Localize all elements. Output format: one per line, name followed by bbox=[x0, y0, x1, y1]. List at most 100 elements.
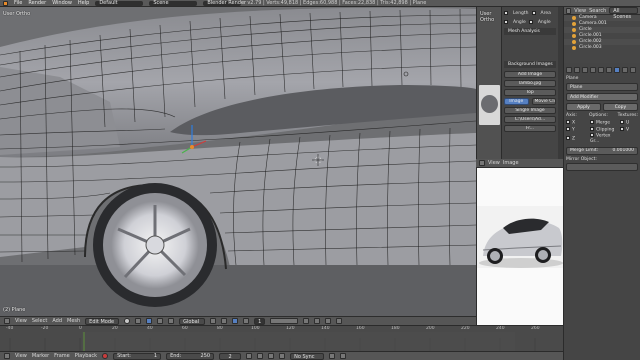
scene-selector[interactable]: Scene bbox=[149, 0, 198, 6]
axis-z-checkbox[interactable]: Z bbox=[566, 135, 586, 141]
display-mode-selector[interactable]: All Scenes bbox=[609, 7, 638, 20]
tex-u-checkbox[interactable]: U bbox=[620, 120, 629, 126]
tick-label: 40 bbox=[147, 326, 153, 331]
jump-end-icon[interactable] bbox=[279, 353, 286, 359]
menu-file[interactable]: File bbox=[14, 0, 22, 6]
timeline-ruler[interactable] bbox=[0, 332, 563, 351]
image-name-field[interactable]: lambo.jpg bbox=[504, 79, 556, 87]
menu-marker[interactable]: Marker bbox=[32, 353, 49, 359]
render-engine-selector[interactable]: Blender Render bbox=[203, 0, 246, 6]
rotate-icon[interactable] bbox=[168, 318, 175, 324]
list-item[interactable]: Circle.003 bbox=[564, 45, 640, 51]
render-preview-icon[interactable] bbox=[336, 318, 343, 324]
3d-viewport[interactable]: User Ortho (2) Plane bbox=[0, 7, 476, 316]
menu-playback[interactable]: Playback bbox=[75, 353, 97, 359]
menu-select[interactable]: Select bbox=[32, 318, 47, 324]
mirror-object-field[interactable] bbox=[566, 162, 638, 171]
world-tab[interactable] bbox=[590, 66, 596, 73]
record-icon[interactable] bbox=[102, 353, 109, 359]
menu-search[interactable]: Search bbox=[589, 8, 606, 14]
wrench-icon[interactable] bbox=[614, 66, 620, 73]
object-tab[interactable] bbox=[598, 66, 604, 73]
keying-icon[interactable] bbox=[329, 353, 336, 359]
movie-clip-tab[interactable]: Movie Clip bbox=[531, 97, 556, 105]
sync-selector[interactable]: No Sync bbox=[290, 352, 325, 360]
background-images-section[interactable]: Background Images bbox=[504, 61, 556, 68]
occlude-icon[interactable] bbox=[243, 318, 250, 324]
angle-label-2[interactable]: Angle bbox=[538, 20, 551, 25]
layout-selector[interactable]: Default bbox=[95, 0, 144, 6]
use-field[interactable]: Fr... bbox=[504, 124, 556, 132]
constraints-tab[interactable] bbox=[606, 66, 612, 73]
menu-image[interactable]: Image bbox=[503, 160, 519, 166]
angle-label[interactable]: Angle bbox=[513, 20, 526, 25]
mode-selector[interactable]: Edit Mode bbox=[85, 317, 120, 325]
keyframe-icon[interactable] bbox=[340, 353, 347, 359]
menu-view[interactable]: View bbox=[15, 353, 27, 359]
vertex-select-icon[interactable] bbox=[210, 318, 217, 324]
object-name-field[interactable]: Plane bbox=[566, 83, 638, 91]
start-frame-field[interactable]: Start: 1 bbox=[113, 352, 162, 360]
length-label[interactable]: Length bbox=[513, 11, 529, 16]
shading-icon[interactable] bbox=[124, 318, 131, 324]
menu-view[interactable]: View bbox=[15, 318, 27, 324]
jump-start-icon[interactable] bbox=[246, 353, 253, 359]
render-tab[interactable] bbox=[566, 66, 572, 73]
image-source-field[interactable]: Single Image bbox=[504, 106, 556, 114]
tick-label: -40 bbox=[6, 326, 14, 331]
scene-tab[interactable] bbox=[582, 66, 588, 73]
outliner[interactable]: View Search All Scenes Camera Camera.001… bbox=[563, 7, 640, 63]
editor-type-icon[interactable] bbox=[566, 7, 572, 14]
mesh-analysis-section[interactable]: Mesh Analysis bbox=[504, 28, 556, 35]
menu-add[interactable]: Add bbox=[52, 318, 62, 324]
edge-select-icon[interactable] bbox=[221, 318, 228, 324]
face-select-icon[interactable] bbox=[232, 318, 239, 324]
material-tab[interactable] bbox=[630, 66, 636, 73]
image-editor[interactable] bbox=[476, 168, 563, 325]
editor-type-icon[interactable] bbox=[479, 160, 485, 166]
current-frame-field[interactable]: 2 bbox=[219, 352, 242, 360]
properties-editor[interactable]: Plane Plane Add Modifier Apply Copy Axis… bbox=[563, 63, 640, 360]
copy-button[interactable]: Copy bbox=[603, 103, 638, 111]
data-tab[interactable] bbox=[622, 66, 628, 73]
apply-button[interactable]: Apply bbox=[566, 103, 601, 111]
play-reverse-icon[interactable] bbox=[257, 353, 264, 359]
play-icon[interactable] bbox=[268, 353, 275, 359]
car-mesh-wireframe[interactable] bbox=[0, 7, 476, 316]
axis-y-checkbox[interactable]: Y bbox=[566, 126, 586, 132]
timeline[interactable]: -40 -20 0 20 40 60 80 100 120 140 160 18… bbox=[0, 325, 563, 351]
area-label[interactable]: Area bbox=[541, 11, 551, 16]
pivot-icon[interactable] bbox=[135, 318, 142, 324]
clipping-checkbox[interactable]: Clipping bbox=[590, 126, 616, 132]
image-tab[interactable]: Image bbox=[504, 97, 529, 105]
layers-icon[interactable] bbox=[270, 318, 299, 324]
add-modifier-button[interactable]: Add Modifier bbox=[566, 93, 638, 101]
layer-number[interactable]: 1 bbox=[254, 317, 266, 325]
editor-type-icon[interactable] bbox=[4, 353, 10, 359]
translate-icon[interactable] bbox=[157, 318, 164, 324]
menu-view[interactable]: View bbox=[574, 8, 586, 14]
snap-target-icon[interactable] bbox=[325, 318, 332, 324]
filepath-field[interactable]: C:\Users\Ad... bbox=[504, 115, 556, 123]
manipulator-icon[interactable] bbox=[146, 318, 153, 324]
merge-limit-field[interactable]: Merge Limit: 0.001000 bbox=[566, 146, 638, 155]
axis-x-checkbox[interactable]: X bbox=[566, 120, 586, 126]
merge-checkbox[interactable]: Merge bbox=[590, 120, 616, 126]
add-image-button[interactable]: Add Image bbox=[504, 70, 556, 78]
proportional-icon[interactable] bbox=[303, 318, 310, 324]
menu-window[interactable]: Window bbox=[52, 0, 72, 6]
orientation-selector[interactable]: Global bbox=[179, 317, 206, 325]
tex-v-checkbox[interactable]: V bbox=[620, 126, 629, 132]
menu-help[interactable]: Help bbox=[78, 0, 89, 6]
magnet-icon[interactable] bbox=[314, 318, 321, 324]
end-frame-field[interactable]: End: 250 bbox=[166, 352, 215, 360]
menu-view[interactable]: View bbox=[488, 160, 500, 166]
editor-type-icon[interactable] bbox=[4, 318, 10, 324]
blender-logo-icon[interactable] bbox=[3, 0, 8, 6]
vertex-groups-checkbox[interactable]: Vertex Gr... bbox=[590, 133, 616, 144]
menu-mesh[interactable]: Mesh bbox=[67, 318, 80, 324]
layers-tab[interactable] bbox=[574, 66, 580, 73]
menu-frame[interactable]: Frame bbox=[54, 353, 70, 359]
axis-field[interactable]: Top bbox=[504, 88, 556, 96]
menu-render[interactable]: Render bbox=[28, 0, 46, 6]
